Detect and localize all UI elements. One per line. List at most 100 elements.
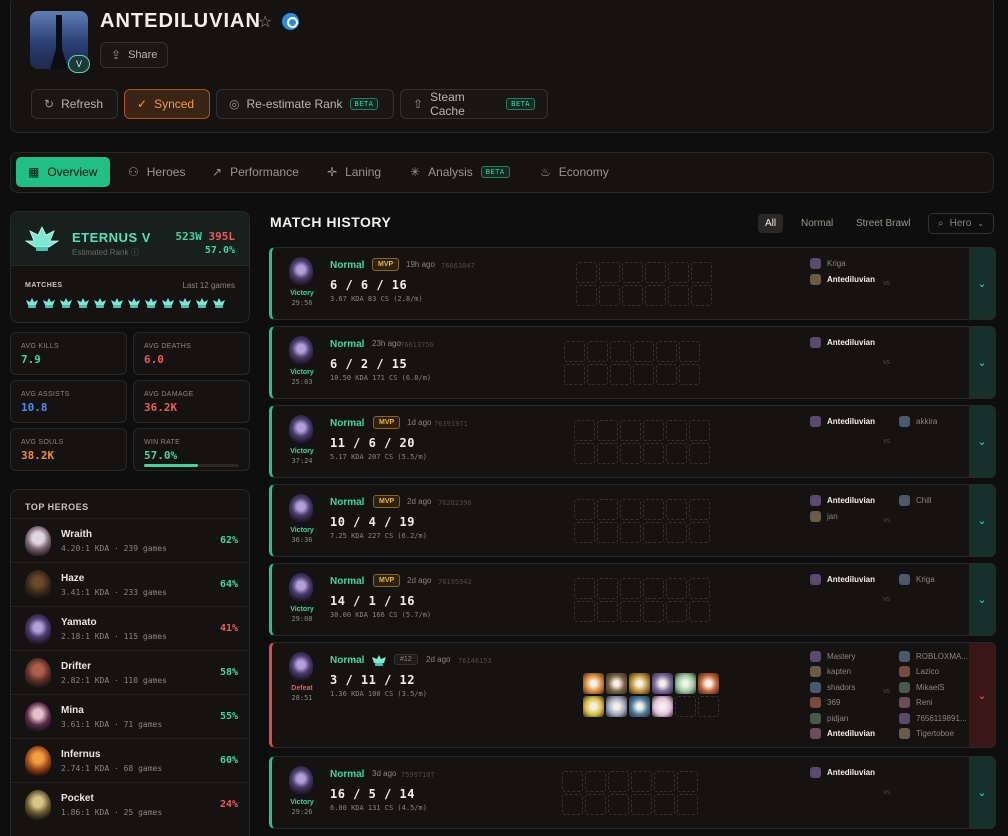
filter-normal[interactable]: Normal	[794, 214, 840, 233]
team-player[interactable]: Antediluvian	[810, 727, 875, 741]
item-icon[interactable]	[675, 673, 696, 694]
team-player[interactable]: Antediluvian	[810, 493, 875, 507]
expand-match-button[interactable]: ⌄	[969, 643, 995, 747]
tab-laning[interactable]: ✛ Laning	[315, 157, 393, 187]
steam-icon[interactable]	[282, 13, 299, 30]
synced-button[interactable]: ✓ Synced	[124, 89, 210, 119]
player-name: Antediluvian	[827, 416, 876, 426]
stat-label: WIN RATE	[144, 439, 181, 446]
refresh-icon: ↻	[44, 97, 55, 111]
expand-match-button[interactable]: ⌄	[969, 564, 995, 635]
hero-winrate: 58%	[219, 667, 238, 678]
team-player[interactable]: Antediluvian	[810, 765, 875, 779]
team-player[interactable]: Tigertoboe	[899, 727, 954, 741]
empty-item-slot	[656, 341, 677, 362]
team-player[interactable]: Kriga	[810, 256, 846, 270]
item-build	[562, 771, 698, 815]
chevron-down-icon: ⌄	[977, 689, 987, 702]
hero-row[interactable]: Haze 3.41:1 KDA · 233 games 64%	[11, 562, 249, 606]
match-card[interactable]: Victory 29:08 Normal MVP 2d ago 76195942 14 / …	[269, 563, 996, 636]
filter-all[interactable]: All	[758, 214, 784, 233]
hero-row[interactable]: Infernus 2.74:1 KDA · 68 games 60%	[11, 738, 249, 782]
tab-heroes[interactable]: ⚇ Heroes	[116, 157, 197, 187]
beta-badge: BETA	[480, 166, 510, 178]
match-card[interactable]: Victory 25:03 Normal 23h ago 76613756 6 / 2 /…	[269, 326, 996, 399]
team-player[interactable]: 369	[810, 696, 840, 710]
refresh-button[interactable]: ↻ Refresh	[31, 89, 118, 119]
hero-row[interactable]: Pocket 1.86:1 KDA · 25 games 24%	[11, 782, 249, 826]
team-player[interactable]: akkira	[899, 414, 937, 428]
expand-match-button[interactable]: ⌄	[969, 248, 995, 319]
hero-row[interactable]: Yamato 2.18:1 KDA · 115 games 41%	[11, 606, 249, 650]
item-icon[interactable]	[629, 673, 650, 694]
item-icon[interactable]	[629, 696, 650, 717]
item-icon[interactable]	[583, 696, 604, 717]
team-player[interactable]: Antediluvian	[810, 272, 875, 286]
item-icon[interactable]	[606, 696, 627, 717]
match-duration: 36:36	[291, 536, 313, 544]
tab-performance[interactable]: ↗ Performance	[200, 157, 311, 187]
match-time-ago: 3d ago	[372, 769, 397, 778]
empty-item-slot	[666, 578, 687, 599]
match-card[interactable]: Victory 29:56 Normal MVP 19h ago 76663847 6 / …	[269, 247, 996, 320]
match-result: Victory	[290, 290, 314, 297]
favorite-star-icon[interactable]: ☆	[258, 12, 272, 32]
team-player[interactable]: Reni	[899, 696, 932, 710]
target-icon: ◎	[229, 97, 240, 111]
match-kda: 11 / 6 / 20	[330, 436, 415, 450]
empty-item-slot	[679, 341, 700, 362]
team-player[interactable]: Antediluvian	[810, 572, 875, 586]
expand-match-button[interactable]: ⌄	[969, 406, 995, 477]
team-player[interactable]: Lazico	[899, 665, 939, 679]
empty-item-slot	[574, 578, 595, 599]
match-card[interactable]: Defeat 28:51 Normal #12 2d ago 76146153 3 / 11…	[269, 642, 996, 748]
team-player[interactable]: ROBLOXMA...	[899, 649, 968, 663]
beta-badge: BETA	[506, 98, 535, 110]
expand-match-button[interactable]: ⌄	[969, 485, 995, 556]
item-icon[interactable]	[652, 673, 673, 694]
re-estimate-rank-button[interactable]: ◎ Re-estimate Rank BETA	[216, 89, 394, 119]
match-card[interactable]: Victory 37:24 Normal MVP 1d ago 76391971 11 / …	[269, 405, 996, 478]
hero-row[interactable]: Wraith 4.20:1 KDA · 239 games 62%	[11, 518, 249, 562]
team-player[interactable]: Antediluvian	[810, 414, 875, 428]
empty-item-slot	[666, 522, 687, 543]
tab-economy[interactable]: ♨ Economy	[528, 157, 621, 187]
hero-filter-dropdown[interactable]: ⌕ Hero ⌄	[928, 213, 994, 234]
team-player[interactable]: jan	[810, 509, 838, 523]
match-card[interactable]: Victory 36:36 Normal MVP 2d ago 76202396 10 / …	[269, 484, 996, 557]
player-hero-icon	[810, 681, 821, 693]
stat-label: AVG KILLS	[21, 343, 59, 350]
steam-cache-button[interactable]: ⇧ Steam Cache BETA	[400, 89, 548, 119]
match-card[interactable]: Victory 29:26 Normal 3d ago 75997107 16 / 5 /…	[269, 756, 996, 829]
item-build	[574, 420, 710, 464]
expand-match-button[interactable]: ⌄	[969, 327, 995, 398]
mini-rank-icon	[145, 298, 157, 308]
item-icon[interactable]	[698, 673, 719, 694]
tab-overview[interactable]: ▦ Overview	[16, 157, 110, 187]
hero-row[interactable]: Drifter 2.82:1 KDA · 110 games 58%	[11, 650, 249, 694]
expand-match-button[interactable]: ⌄	[969, 757, 995, 828]
team-player[interactable]: pidjan	[810, 711, 848, 725]
match-mode: Normal	[330, 260, 365, 271]
team-player[interactable]: Mastery	[810, 649, 855, 663]
team-player[interactable]: shadors	[810, 680, 855, 694]
filter-street-brawl[interactable]: Street Brawl	[849, 214, 917, 233]
hero-name: Pocket	[61, 793, 94, 804]
stat-label: AVG DEATHS	[144, 343, 192, 350]
item-icon[interactable]	[606, 673, 627, 694]
hero-row[interactable]: Mina 3.61:1 KDA · 71 games 55%	[11, 694, 249, 738]
team-player[interactable]: Antediluvian	[810, 335, 875, 349]
share-button[interactable]: ⇪ Share	[100, 42, 169, 68]
empty-item-slot	[645, 262, 666, 283]
team-player[interactable]: Chill	[899, 493, 932, 507]
item-icon[interactable]	[652, 696, 673, 717]
mini-rank-icon	[128, 298, 140, 308]
team-player[interactable]: kapten	[810, 665, 851, 679]
tab-analysis[interactable]: ✳ Analysis BETA	[398, 157, 522, 187]
team-player[interactable]: Kriga	[899, 572, 935, 586]
stat-card: AVG DEATHS 6.0	[133, 332, 250, 375]
infernus-icon	[25, 746, 51, 776]
item-icon[interactable]	[583, 673, 604, 694]
team-player[interactable]: 7656119891...	[899, 711, 967, 725]
team-player[interactable]: MikaelS	[899, 680, 944, 694]
